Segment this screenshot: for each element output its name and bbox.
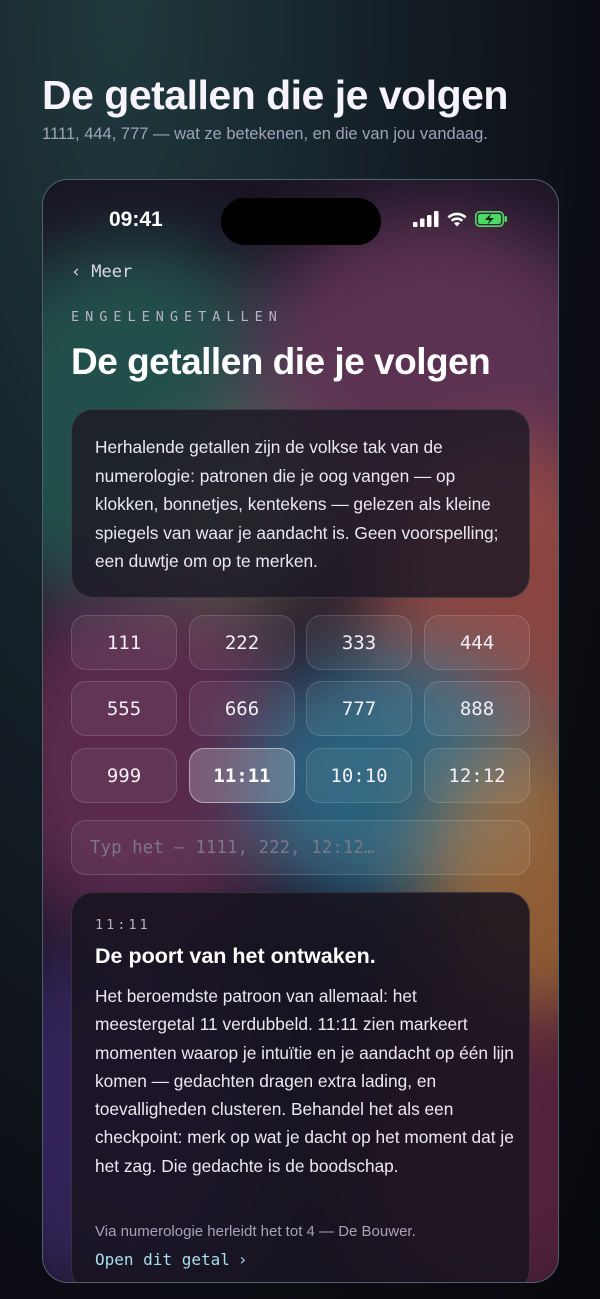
detail-heading: De poort van het ontwaken. <box>95 944 376 968</box>
status-bar: 09:41 <box>43 180 558 260</box>
cellular-signal-icon <box>413 211 439 227</box>
number-button-777[interactable]: 777 <box>306 681 412 736</box>
number-search-input[interactable] <box>72 821 529 874</box>
chevron-right-icon: › <box>237 1250 248 1269</box>
status-time: 09:41 <box>109 208 163 231</box>
phone-frame: 09:41 ‹ Meer ENGELENGETALLEN De getallen… <box>42 179 559 1283</box>
section-eyebrow: ENGELENGETALLEN <box>71 309 283 325</box>
number-button-888[interactable]: 888 <box>424 681 530 736</box>
number-button-555[interactable]: 555 <box>71 681 177 736</box>
open-number-link[interactable]: Open dit getal › <box>95 1250 248 1269</box>
detail-note: Via numerologie herleidt het tot 4 — De … <box>95 1223 416 1240</box>
number-button-1111-selected[interactable]: 11:11 <box>189 748 295 803</box>
number-button-666[interactable]: 666 <box>189 681 295 736</box>
number-button-1010[interactable]: 10:10 <box>306 748 412 803</box>
dynamic-island <box>221 198 381 245</box>
screen-title: De getallen die je volgen <box>71 341 491 382</box>
wifi-icon <box>447 212 467 227</box>
number-search-field <box>71 820 530 875</box>
number-button-999[interactable]: 999 <box>71 748 177 803</box>
number-button-444[interactable]: 444 <box>424 615 530 670</box>
number-detail-card: 11:11 De poort van het ontwaken. Het ber… <box>71 892 530 1282</box>
number-grid: 111 222 333 444 555 666 777 888 999 11:1… <box>71 615 530 803</box>
page-subtitle: 1111, 444, 777 — wat ze betekenen, en di… <box>42 125 488 143</box>
back-label: Meer <box>91 262 133 282</box>
number-button-333[interactable]: 333 <box>306 615 412 670</box>
number-button-222[interactable]: 222 <box>189 615 295 670</box>
battery-charging-icon <box>475 211 507 227</box>
intro-card: Herhalende getallen zijn de volkse tak v… <box>71 409 530 598</box>
number-button-111[interactable]: 111 <box>71 615 177 670</box>
number-button-1212[interactable]: 12:12 <box>424 748 530 803</box>
detail-number: 11:11 <box>95 917 151 933</box>
chevron-left-icon: ‹ <box>71 262 82 282</box>
detail-body: Het beroemdste patroon van allemaal: het… <box>95 986 514 1176</box>
back-button[interactable]: ‹ Meer <box>71 262 132 282</box>
intro-text: Herhalende getallen zijn de volkse tak v… <box>95 437 499 571</box>
open-number-label: Open dit getal <box>95 1250 230 1269</box>
page-title: De getallen die je volgen <box>42 72 508 118</box>
